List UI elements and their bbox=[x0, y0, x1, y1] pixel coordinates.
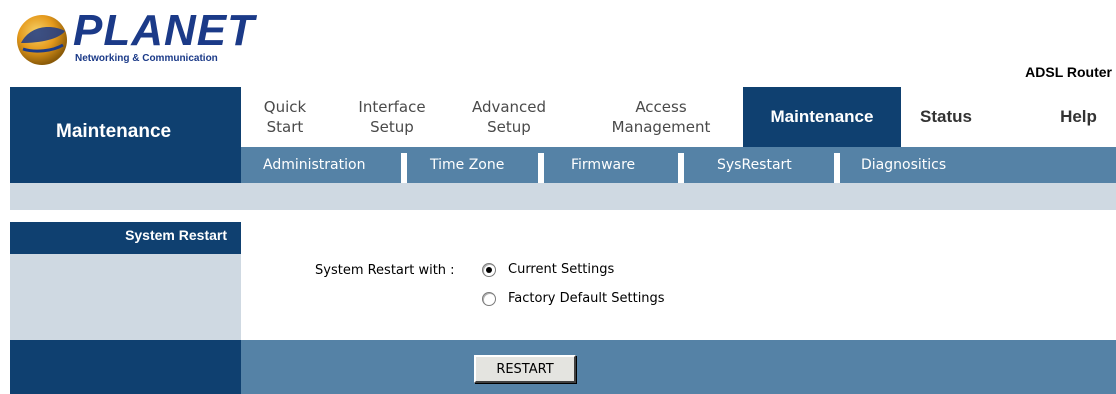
subnav-firmware[interactable]: Firmware bbox=[571, 147, 635, 183]
radio-factory-default[interactable]: Factory Default Settings bbox=[482, 291, 665, 306]
divider-band bbox=[10, 183, 1116, 210]
nav-interface-setup[interactable]: Interface Setup bbox=[339, 87, 445, 147]
subnav-separator bbox=[834, 153, 840, 183]
nav-quick-start[interactable]: Quick Start bbox=[241, 87, 329, 147]
nav-interface-line2: Setup bbox=[370, 118, 414, 136]
subnav-time-zone[interactable]: Time Zone bbox=[430, 147, 504, 183]
radio-current-label: Current Settings bbox=[508, 262, 615, 277]
nav-quick-start-line2: Start bbox=[266, 118, 304, 136]
nav-advanced-line2: Setup bbox=[487, 118, 531, 136]
footer-bar bbox=[241, 340, 1116, 394]
subnav-administration[interactable]: Administration bbox=[263, 147, 365, 183]
nav-status[interactable]: Status bbox=[901, 87, 991, 147]
sub-navigation: Administration Time Zone Firmware SysRes… bbox=[241, 147, 1116, 183]
radio-current-icon[interactable] bbox=[482, 262, 496, 277]
restart-button[interactable]: RESTART bbox=[474, 355, 576, 383]
top-navigation: Quick Start Interface Setup Advanced Setup … bbox=[241, 87, 1116, 147]
brand-name: PLANET bbox=[73, 6, 255, 55]
globe-logo-icon bbox=[17, 15, 67, 65]
subnav-diagnostics[interactable]: Diagnositics bbox=[861, 147, 946, 183]
nav-access-management[interactable]: Access Management bbox=[581, 87, 741, 147]
nav-help[interactable]: Help bbox=[1041, 87, 1116, 147]
restart-with-label: System Restart with : bbox=[315, 263, 455, 278]
section-title-label: System Restart bbox=[125, 227, 227, 243]
radio-factory-label: Factory Default Settings bbox=[508, 291, 665, 306]
planet-logo: PLANET Networking & Communication bbox=[15, 7, 254, 71]
nav-advanced-setup[interactable]: Advanced Setup bbox=[455, 87, 563, 147]
subnav-separator bbox=[401, 153, 407, 183]
subnav-separator bbox=[678, 153, 684, 183]
section-title: System Restart bbox=[10, 222, 241, 254]
subnav-sysrestart[interactable]: SysRestart bbox=[717, 147, 792, 183]
nav-access-line1: Access bbox=[635, 98, 687, 116]
sidebar-title: Maintenance bbox=[10, 87, 241, 183]
nav-quick-start-line1: Quick bbox=[263, 98, 307, 116]
nav-interface-line1: Interface bbox=[358, 98, 426, 116]
product-name: ADSL Router bbox=[1025, 64, 1112, 80]
nav-maintenance[interactable]: Maintenance bbox=[743, 87, 901, 147]
sidebar-title-label: Maintenance bbox=[56, 121, 172, 142]
section-sidebar bbox=[10, 254, 241, 340]
nav-access-line2: Management bbox=[611, 118, 711, 136]
radio-current-settings[interactable]: Current Settings bbox=[482, 262, 614, 277]
footer-left-panel bbox=[10, 340, 241, 394]
brand-tagline: Networking & Communication bbox=[75, 53, 218, 64]
subnav-separator bbox=[538, 153, 544, 183]
radio-factory-icon[interactable] bbox=[482, 291, 496, 306]
nav-advanced-line1: Advanced bbox=[471, 98, 547, 116]
